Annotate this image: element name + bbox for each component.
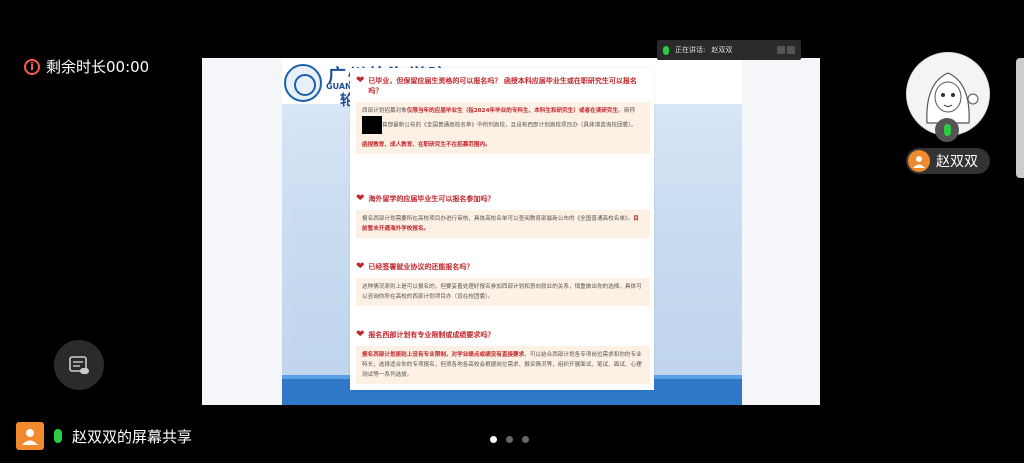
- faq-answer: 这种情况原则上是可以报名的，但要妥善处理好报名参加西部计划和意向就业的关系，慎重…: [356, 278, 650, 306]
- faq-answer-note: 函授教育、成人教育、在职研究生不在招募范围内。: [362, 142, 491, 148]
- caption-icon: [69, 356, 89, 374]
- remaining-time-label: 剩余时长00:00: [46, 58, 150, 76]
- microphone-icon: [54, 429, 62, 443]
- faq-item: ❤ 海外留学的应届毕业生可以报名参加吗？ 报名西部计划需要所在高校项目办进行审核，…: [356, 194, 650, 238]
- faq-question: 已经签署就业协议的还能报名吗？: [368, 263, 474, 271]
- page-dot[interactable]: [506, 436, 513, 443]
- participant-name-badge[interactable]: 赵双双: [906, 148, 990, 174]
- faq-question: 已毕业，但保留应届生资格的可以报名吗？ 函授本科应届毕业生或在职研究生可以报名吗…: [368, 77, 637, 95]
- faq-item: ❤ 已经签署就业协议的还能报名吗？ 这种情况原则上是可以报名的，但要妥善处理好报名…: [356, 262, 650, 306]
- school-logo: [284, 64, 322, 102]
- user-icon: [16, 422, 44, 450]
- faq-answer-text: 。简称: [618, 108, 635, 114]
- shared-screen[interactable]: 广州航海学院 GUANGZ 轮 ❤已毕业，但保留应届生资格的可以报名吗？ 函授本…: [202, 58, 820, 405]
- participant-name: 赵双双: [936, 154, 978, 170]
- speaking-prefix: 正在讲话:: [675, 46, 706, 54]
- microphone-icon: [663, 45, 669, 55]
- heart-icon: ❤: [356, 329, 365, 340]
- faq-answer: 报名西部计划原则上没有专业限制，对学业绩点或绩没有直接要求。可以结合西部计划各专…: [356, 346, 650, 384]
- faq-panel: ❤ 已毕业，但保留应届生资格的可以报名吗？ 函授本科应届毕业生或在职研究生可以报名…: [350, 68, 654, 390]
- thumbnail-icons: [777, 46, 795, 54]
- page-dot[interactable]: [522, 436, 529, 443]
- faq-item: ❤ 已毕业，但保留应届生资格的可以报名吗？ 函授本科应届毕业生或在职研究生可以报名…: [356, 76, 650, 154]
- caption-toggle-button[interactable]: [54, 340, 104, 390]
- faq-answer-text: 西部计划招募对象: [362, 108, 407, 114]
- remaining-time: i 剩余时长00:00: [24, 56, 149, 77]
- redaction-block: [362, 116, 382, 134]
- speaking-name: 赵双双: [711, 46, 733, 54]
- page-indicator[interactable]: [490, 436, 529, 443]
- faq-answer-text: 这种情况原则上是可以报名的，但要妥善处理好报名参加西部计划和意向就业的关系，慎重…: [362, 284, 642, 300]
- faq-answer-highlight: 仅限当年的应届毕业生（指2024年毕业的专科生、本科生和研究生）或者在读研究生: [406, 108, 619, 114]
- microphone-icon: [935, 118, 959, 142]
- screen-share-label: 赵双双的屏幕共享: [16, 422, 192, 450]
- page-dot[interactable]: [490, 436, 497, 443]
- user-icon: [908, 150, 930, 172]
- faq-item: ❤ 报名西部计划有专业限制或成绩要求吗？ 报名西部计划原则上没有专业限制，对学业绩…: [356, 330, 650, 384]
- slide-right-margin: [740, 58, 820, 405]
- faq-answer-highlight: 报名西部计划原则上没有专业限制，对学业绩点或绩没有直接要求: [362, 352, 525, 358]
- info-icon: i: [24, 58, 40, 75]
- faq-question: 海外留学的应届毕业生可以报名参加吗？: [368, 195, 495, 203]
- heart-icon: ❤: [356, 75, 365, 86]
- heart-icon: ❤: [356, 193, 365, 204]
- faq-answer-text: 育部最新公布的《全国普通高校名单》中所列高校，且设有西部计划高校项目办（具体请咨…: [382, 122, 637, 129]
- faq-question: 报名西部计划有专业限制或成绩要求吗？: [368, 331, 495, 339]
- faq-answer-text: 报名西部计划需要所在高校项目办进行审核，具体高校名单可以查阅教育部最新公布的《全…: [362, 216, 634, 222]
- faq-answer: 报名西部计划需要所在高校项目办进行审核，具体高校名单可以查阅教育部最新公布的《全…: [356, 210, 650, 238]
- slide-left-margin: [202, 58, 292, 405]
- faq-answer: 西部计划招募对象仅限当年的应届毕业生（指2024年毕业的专科生、本科生和研究生）…: [356, 102, 650, 154]
- side-panel-handle[interactable]: [1016, 58, 1024, 178]
- screen-share-text: 赵双双的屏幕共享: [72, 427, 193, 446]
- speaking-indicator: 正在讲话: 赵双双: [657, 40, 801, 60]
- heart-icon: ❤: [356, 261, 365, 272]
